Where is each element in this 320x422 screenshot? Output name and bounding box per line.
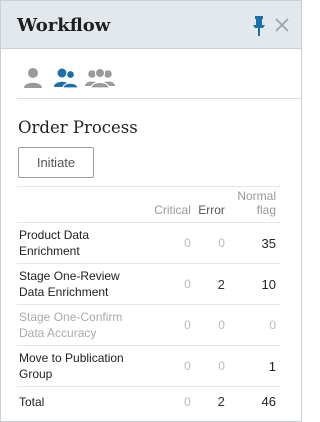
row-error: 2 <box>194 263 229 305</box>
header-critical: Critical <box>150 186 195 223</box>
workflow-panel: Workflow Order Process Initiate Critical… <box>0 0 302 422</box>
header-error: Error <box>194 186 229 223</box>
header-normal-flag-line2: flag <box>256 203 276 217</box>
close-icon[interactable] <box>274 17 290 33</box>
row-normal-flag: 10 <box>228 263 280 305</box>
panel-header: Workflow <box>1 1 301 49</box>
row-normal-flag: 1 <box>228 345 280 387</box>
total-label: Total <box>17 386 151 417</box>
panel-title: Workflow <box>17 15 111 36</box>
header-normal-flag-line1: Normal <box>237 189 276 203</box>
total-normal-flag: 46 <box>228 386 280 417</box>
row-critical: 0 <box>150 345 195 387</box>
three-users-icon[interactable] <box>85 67 115 89</box>
initiate-button[interactable]: Initiate <box>18 147 94 178</box>
table-row: Stage One-Confirm Data Accuracy 0 0 0 <box>17 304 280 346</box>
table-row[interactable]: Product Data Enrichment 0 0 35 <box>17 222 280 264</box>
row-name: Stage One-Confirm Data Accuracy <box>17 304 151 346</box>
pin-icon[interactable] <box>251 15 267 37</box>
total-row: Total 0 2 46 <box>17 386 280 417</box>
workflow-table: Critical Error Normal flag Product Data … <box>17 186 280 417</box>
row-error: 0 <box>194 304 229 346</box>
table-header-row: Critical Error Normal flag <box>17 186 280 223</box>
row-name[interactable]: Product Data Enrichment <box>17 222 151 264</box>
row-critical: 0 <box>150 222 195 264</box>
header-normal-flag: Normal flag <box>228 186 280 223</box>
header-name <box>17 186 151 223</box>
table-row[interactable]: Stage One-Review Data Enrichment 0 2 10 <box>17 263 280 305</box>
total-critical: 0 <box>150 386 195 417</box>
single-user-icon[interactable] <box>23 67 43 89</box>
table-row[interactable]: Move to Publication Group 0 0 1 <box>17 345 280 387</box>
row-error: 0 <box>194 222 229 264</box>
two-users-icon[interactable] <box>53 67 79 89</box>
row-normal-flag: 0 <box>228 304 280 346</box>
row-critical: 0 <box>150 304 195 346</box>
row-name[interactable]: Stage One-Review Data Enrichment <box>17 263 151 305</box>
row-name[interactable]: Move to Publication Group <box>17 345 151 387</box>
total-error: 2 <box>194 386 229 417</box>
divider <box>17 98 301 99</box>
row-critical: 0 <box>150 263 195 305</box>
row-error: 0 <box>194 345 229 387</box>
section-title: Order Process <box>18 118 138 137</box>
row-normal-flag: 35 <box>228 222 280 264</box>
